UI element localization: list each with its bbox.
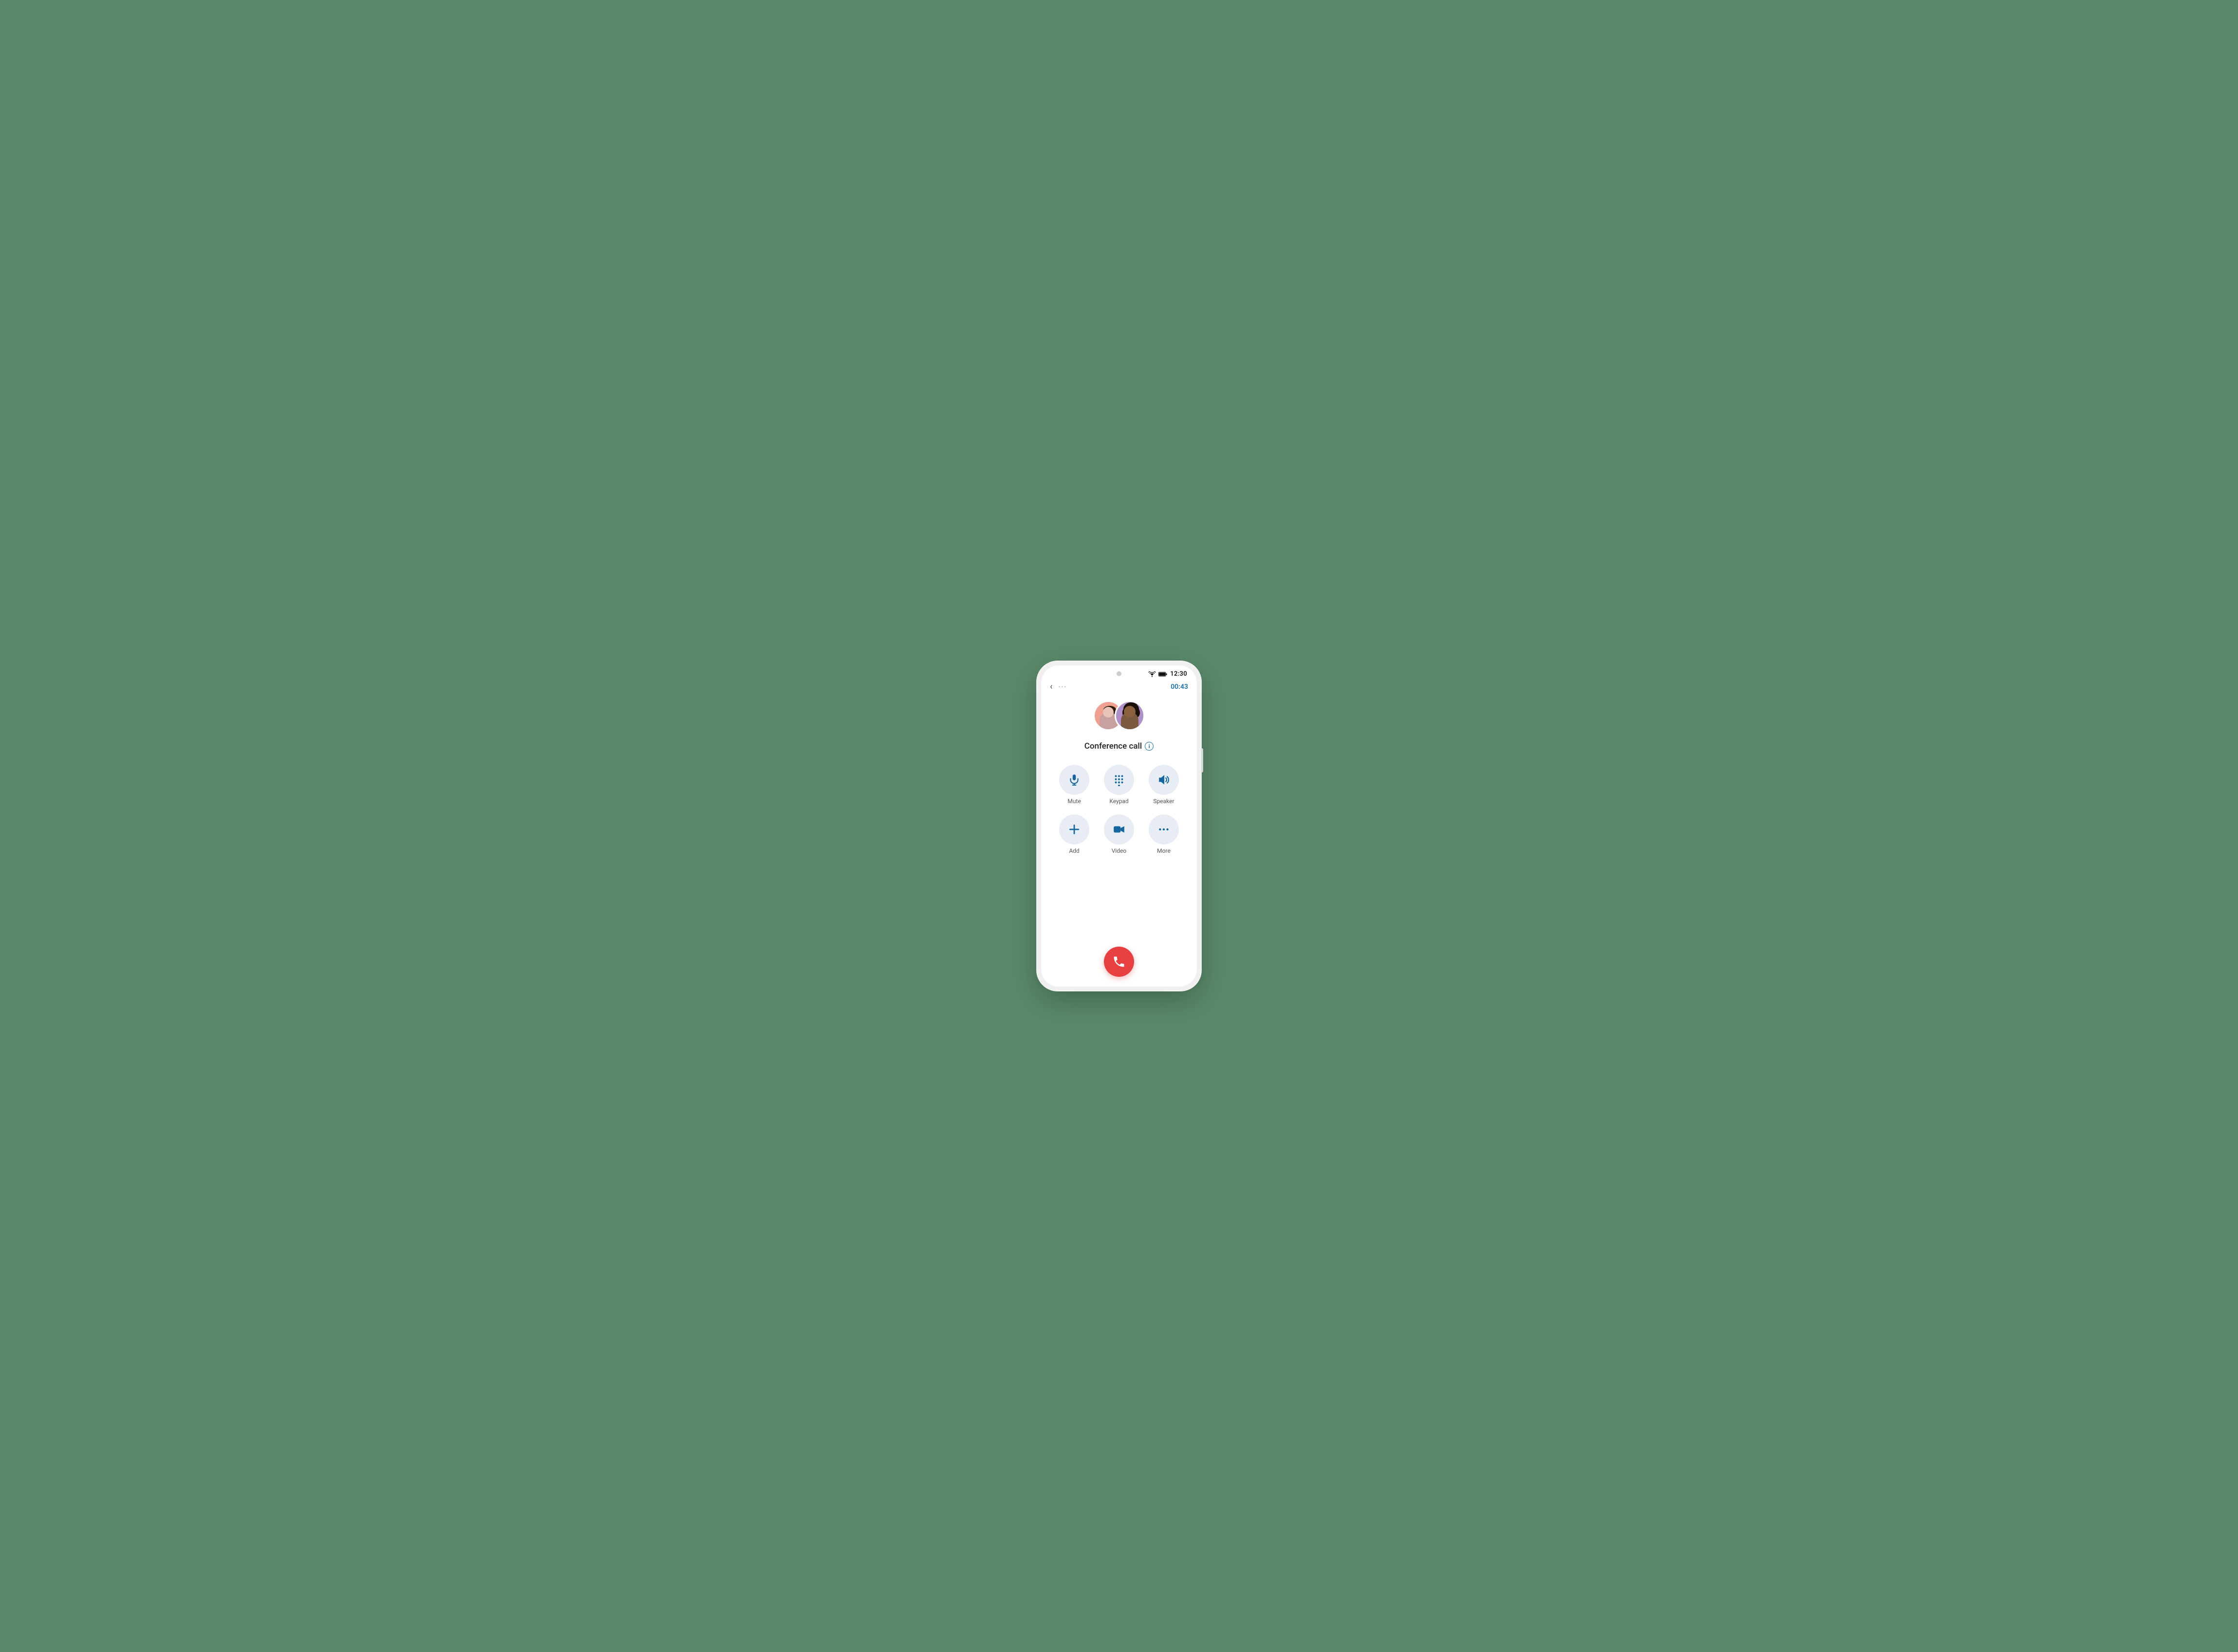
video-icon: [1113, 823, 1125, 836]
wifi-icon: [1148, 671, 1156, 677]
phone-screen: 12:30 ‹ ··· 00:43: [1041, 665, 1197, 987]
call-timer: 00:43: [1171, 683, 1188, 691]
more-label: More: [1157, 847, 1171, 854]
add-label: Add: [1069, 847, 1079, 854]
keypad-icon: [1113, 773, 1125, 786]
back-button[interactable]: ‹: [1050, 682, 1052, 692]
microphone-icon: [1068, 773, 1081, 786]
video-button[interactable]: Video: [1101, 814, 1137, 854]
speaker-button[interactable]: Speaker: [1145, 765, 1182, 805]
call-title-text: Conference call: [1084, 741, 1142, 751]
top-bar-left: ‹ ···: [1050, 682, 1067, 692]
info-button[interactable]: i: [1145, 742, 1154, 751]
mute-label: Mute: [1067, 798, 1081, 805]
avatar-person-2: [1115, 700, 1145, 731]
mute-btn-circle[interactable]: [1059, 765, 1089, 795]
controls-grid: Mute: [1056, 765, 1182, 854]
add-button[interactable]: Add: [1056, 814, 1093, 854]
mute-button[interactable]: Mute: [1056, 765, 1093, 805]
more-dots-icon: [1157, 823, 1170, 836]
video-label: Video: [1112, 847, 1127, 854]
status-time: 12:30: [1170, 670, 1187, 678]
more-options-button[interactable]: ···: [1058, 682, 1067, 691]
more-button[interactable]: More: [1145, 814, 1182, 854]
status-icons: [1148, 671, 1167, 677]
speaker-icon: [1157, 773, 1170, 786]
end-call-icon: [1112, 955, 1126, 969]
keypad-button[interactable]: Keypad: [1101, 765, 1137, 805]
add-icon: [1068, 823, 1081, 836]
battery-icon: [1158, 671, 1167, 677]
video-btn-circle[interactable]: [1104, 814, 1134, 844]
speaker-btn-circle[interactable]: [1149, 765, 1179, 795]
speaker-label: Speaker: [1153, 798, 1174, 805]
call-title-row: Conference call i: [1084, 741, 1154, 751]
call-content: Conference call i Mute: [1041, 696, 1197, 987]
camera: [1117, 671, 1121, 676]
phone-device: 12:30 ‹ ··· 00:43: [1036, 661, 1202, 991]
keypad-label: Keypad: [1109, 798, 1128, 805]
avatar-group: [1093, 700, 1145, 736]
more-btn-circle[interactable]: [1149, 814, 1179, 844]
end-call-button[interactable]: [1104, 947, 1134, 977]
keypad-btn-circle[interactable]: [1104, 765, 1134, 795]
add-btn-circle[interactable]: [1059, 814, 1089, 844]
top-bar: ‹ ··· 00:43: [1041, 680, 1197, 696]
volume-button: [1201, 748, 1203, 772]
